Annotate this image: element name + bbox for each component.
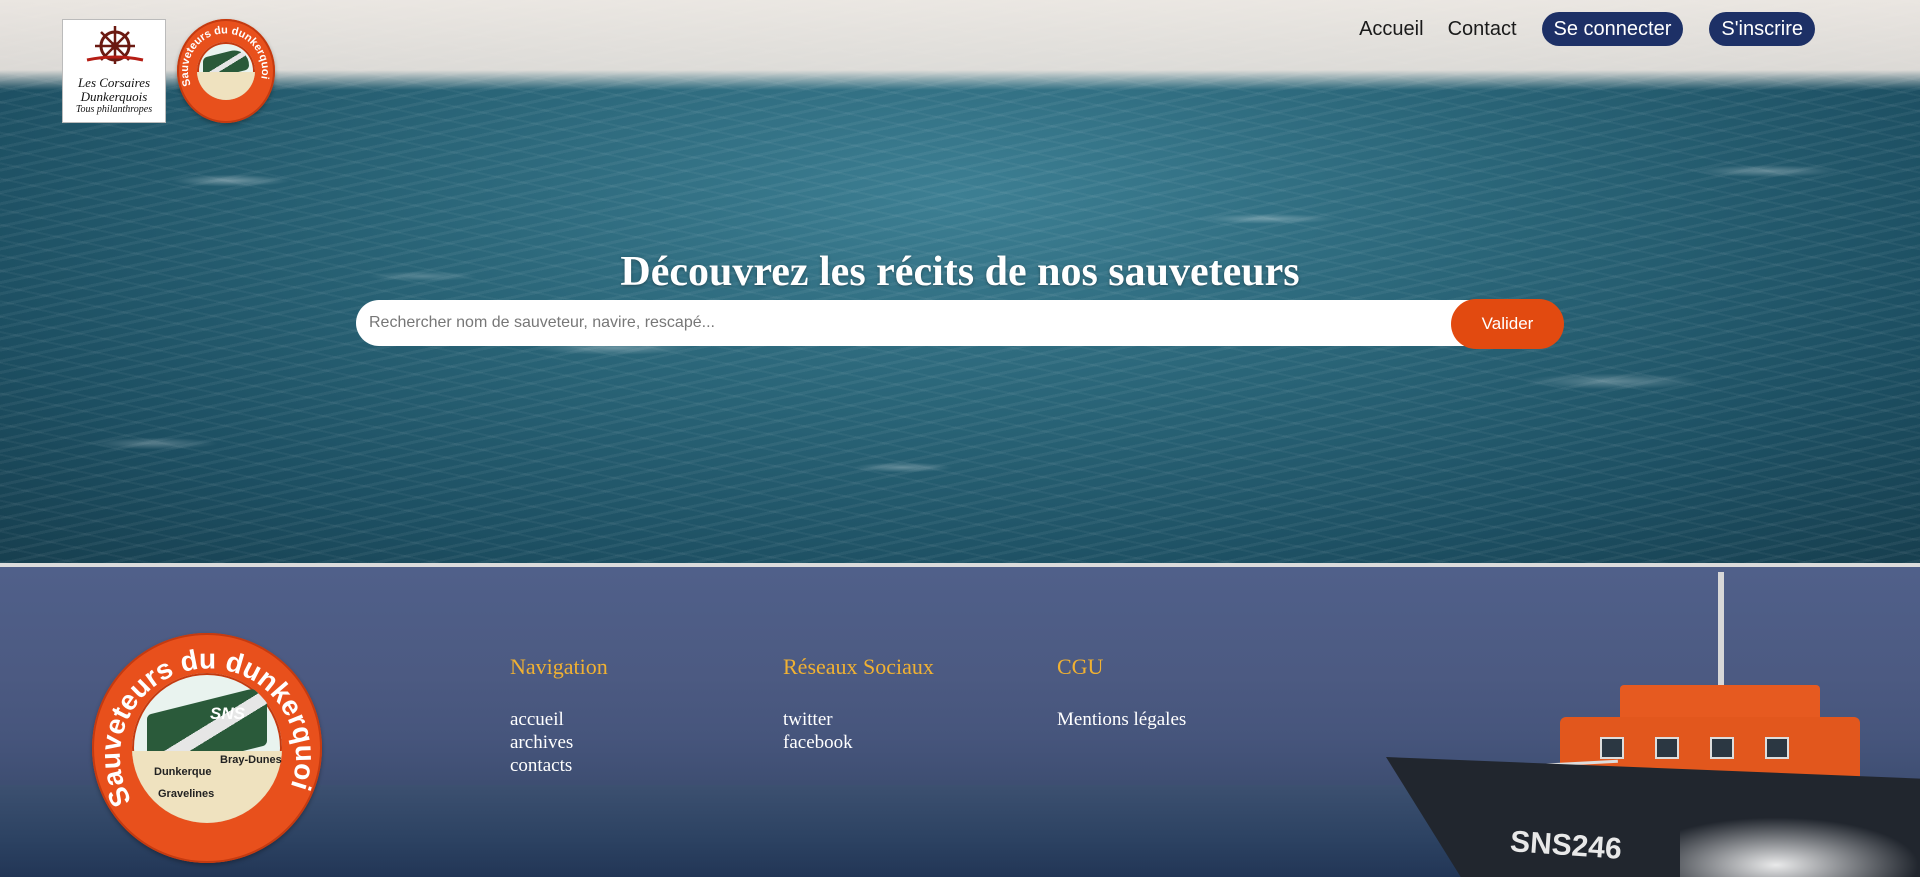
logo-tagline: Tous philanthropes bbox=[75, 104, 153, 115]
search-input[interactable] bbox=[356, 300, 1476, 346]
ring-text-small: Sauveteurs du dunkerquois bbox=[177, 19, 271, 88]
boat-window bbox=[1765, 737, 1789, 759]
badge-place-dunkerque: Dunkerque bbox=[154, 766, 211, 778]
search-form: Valider bbox=[356, 299, 1564, 349]
lifeboat-photo: SNS246 bbox=[1380, 567, 1920, 877]
svg-text:Sauveteurs du dunkerquois: Sauveteurs du dunkerquois bbox=[177, 19, 271, 88]
hero-title: Découvrez les récits de nos sauveteurs bbox=[620, 249, 1300, 295]
footer-link-mentions-legales[interactable]: Mentions légales bbox=[1057, 708, 1186, 731]
footer-column-social: Réseaux Sociaux twitter facebook bbox=[783, 654, 934, 754]
svg-text:Sauveteurs du dunkerquois: Sauveteurs du dunkerquois bbox=[92, 633, 321, 812]
top-navigation: Accueil Contact Se connecter S'inscrire bbox=[1347, 12, 1815, 46]
boat-window bbox=[1600, 737, 1624, 759]
footer-heading-cgu: CGU bbox=[1057, 654, 1104, 679]
nav-contact-link[interactable]: Contact bbox=[1436, 13, 1529, 45]
nav-home-link[interactable]: Accueil bbox=[1347, 13, 1435, 45]
login-button[interactable]: Se connecter bbox=[1541, 12, 1684, 46]
badge-place-gravelines: Gravelines bbox=[158, 788, 214, 800]
sea-spray bbox=[1680, 817, 1920, 877]
corsaires-logo[interactable]: Les Corsaires Dunkerquois Tous philanthr… bbox=[62, 19, 166, 123]
footer-link-contacts[interactable]: contacts bbox=[510, 754, 608, 777]
footer-link-twitter[interactable]: twitter bbox=[783, 708, 934, 731]
badge-place-braydunes: Bray-Dunes bbox=[220, 754, 282, 766]
boat-mast bbox=[1718, 572, 1724, 687]
footer-column-cgu: CGU Mentions légales bbox=[1057, 654, 1186, 731]
sauveteurs-logo-large[interactable]: Sauveteurs du dunkerquois SNS Dunkerque … bbox=[92, 633, 322, 863]
hero-section: Découvrez les récits de nos sauveteurs V… bbox=[0, 0, 1920, 563]
footer-column-navigation: Navigation accueil archives contacts bbox=[510, 654, 608, 777]
sauveteurs-logo-small[interactable]: Sauveteurs du dunkerquois bbox=[177, 19, 275, 123]
footer-link-facebook[interactable]: facebook bbox=[783, 731, 934, 754]
ship-wheel-icon bbox=[86, 26, 144, 64]
logo-text-line2: Dunkerquois bbox=[80, 89, 148, 104]
boat-window bbox=[1710, 737, 1734, 759]
footer-link-archives[interactable]: archives bbox=[510, 731, 608, 754]
signup-button[interactable]: S'inscrire bbox=[1709, 12, 1815, 46]
ring-lettering: Sauveteurs du dunkerquois bbox=[177, 19, 271, 88]
footer-heading-social: Réseaux Sociaux bbox=[783, 654, 934, 679]
logo-text-line1: Les Corsaires bbox=[77, 75, 151, 90]
search-submit-button[interactable]: Valider bbox=[1451, 299, 1564, 349]
badge-sns-label: SNS bbox=[210, 704, 246, 723]
footer-heading-navigation: Navigation bbox=[510, 654, 608, 679]
boat-window bbox=[1655, 737, 1679, 759]
ring-text-large: Sauveteurs du dunkerquois bbox=[92, 633, 321, 812]
footer: Sauveteurs du dunkerquois SNS Dunkerque … bbox=[0, 567, 1920, 877]
footer-link-accueil[interactable]: accueil bbox=[510, 708, 608, 731]
ring-lettering: Sauveteurs du dunkerquois SNS Dunkerque … bbox=[92, 633, 321, 812]
